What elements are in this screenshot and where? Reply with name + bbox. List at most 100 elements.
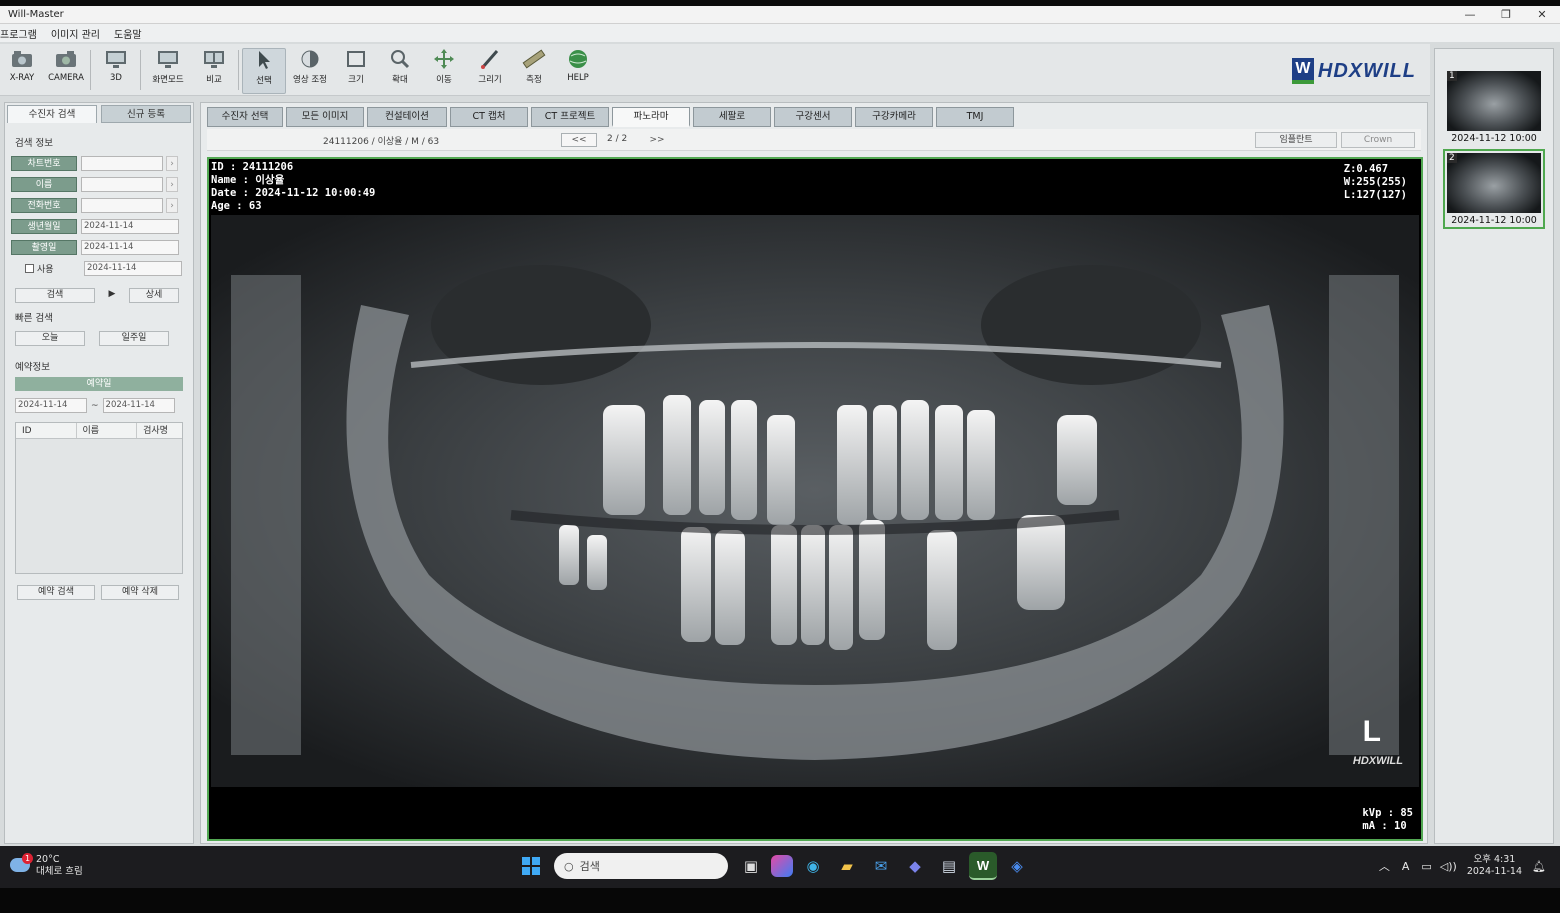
birth-label: 생년월일	[11, 219, 77, 234]
chevron-up-icon[interactable]: ︿	[1379, 858, 1390, 874]
mail-icon[interactable]: ✉	[867, 852, 895, 880]
taskbar: 1 20°C 대체로 흐림 ○ 검색 ▣ ◉ ▰ ✉ ◆ ▤ W ◈ ︿ A ▭…	[0, 846, 1560, 888]
xray-tool-button[interactable]: X-RAY	[0, 48, 44, 94]
tab-all-images[interactable]: 모든 이미지	[286, 107, 364, 127]
edge-browser-icon[interactable]: ◉	[799, 852, 827, 880]
range-tilde: ~	[91, 400, 99, 411]
toolbar-divider	[238, 50, 239, 90]
tab-consultation[interactable]: 컨설테이션	[367, 107, 447, 127]
title-bar: Will-Master — ❐ ✕	[0, 6, 1560, 24]
use-date-picker[interactable]: 2024-11-14	[84, 261, 182, 276]
magnifier-icon	[388, 48, 412, 70]
tab-panorama[interactable]: 파노라마	[612, 107, 690, 127]
reservation-from-picker[interactable]: 2024-11-14	[15, 398, 87, 413]
tab-ct-capture[interactable]: CT 캡처	[450, 107, 528, 127]
measure-tool-button[interactable]: 측정	[512, 48, 556, 94]
tab-intraoral-sensor[interactable]: 구강센서	[774, 107, 852, 127]
draw-tool-button[interactable]: 그리기	[468, 48, 512, 94]
help-button[interactable]: HELP	[556, 48, 600, 94]
chevron-right-icon[interactable]: ›	[166, 198, 178, 213]
tab-intraoral-camera[interactable]: 구강카메라	[855, 107, 933, 127]
thumbnail-strip: 1 2024-11-12 10:00 2 2024-11-12 10:00	[1434, 48, 1554, 844]
image-adjust-button[interactable]: 영상 조정	[288, 48, 332, 94]
thumbnail-item[interactable]: 1 2024-11-12 10:00	[1443, 67, 1545, 147]
toolbar-divider	[140, 50, 141, 90]
menu-help[interactable]: 도움말	[114, 26, 142, 41]
store-icon[interactable]: ▤	[935, 852, 963, 880]
implant-button[interactable]: 임플란트	[1255, 132, 1337, 148]
size-tool-button[interactable]: 크기	[334, 48, 378, 94]
next-image-button[interactable]: >>	[639, 133, 675, 147]
detail-button[interactable]: 상세	[129, 288, 179, 303]
will-master-taskbar-icon[interactable]: W	[969, 852, 997, 880]
birth-row: 생년월일 2024-11-14	[5, 216, 193, 237]
chart-no-input[interactable]	[81, 156, 163, 171]
thumbnail-image	[1447, 71, 1541, 131]
tab-patient-select[interactable]: 수진자 선택	[207, 107, 283, 127]
week-button[interactable]: 일주일	[99, 331, 169, 346]
screen-mode-button[interactable]: 화면모드	[146, 48, 190, 94]
compare-button[interactable]: 비교	[192, 48, 236, 94]
menu-image-manage[interactable]: 이미지 관리	[51, 26, 100, 41]
reservation-to-picker[interactable]: 2024-11-14	[102, 398, 175, 413]
move-tool-button[interactable]: 이동	[422, 48, 466, 94]
col-id[interactable]: ID	[16, 423, 77, 438]
cursor-arrow-icon	[252, 49, 276, 71]
reservation-search-button[interactable]: 예약 검색	[17, 585, 95, 600]
camera-tool-button[interactable]: CAMERA	[44, 48, 88, 94]
use-checkbox[interactable]	[25, 264, 34, 273]
reservation-buttons-row: 예약 검색 예약 삭제	[5, 582, 193, 603]
teams-icon[interactable]: ◆	[901, 852, 929, 880]
network-icon[interactable]: ▭	[1421, 860, 1431, 873]
reservation-delete-button[interactable]: 예약 삭제	[101, 585, 179, 600]
windows-start-icon[interactable]	[517, 852, 545, 880]
taskbar-clock[interactable]: 오후 4:31 2024-11-14	[1467, 854, 1522, 878]
col-name[interactable]: 이름	[77, 423, 138, 438]
col-exam[interactable]: 검사명	[137, 423, 182, 438]
thumbnail-item-selected[interactable]: 2 2024-11-12 10:00	[1443, 149, 1545, 229]
crown-button[interactable]: Crown	[1341, 132, 1415, 148]
tab-new-register[interactable]: 신규 등록	[101, 105, 191, 123]
today-button[interactable]: 오늘	[15, 331, 85, 346]
tab-tmj[interactable]: TMJ	[936, 107, 1014, 127]
shot-date-picker[interactable]: 2024-11-14	[81, 240, 179, 255]
app-title: Will-Master	[8, 9, 64, 20]
move-tool-label: 이동	[436, 75, 452, 85]
tab-cephalo[interactable]: 세팔로	[693, 107, 771, 127]
select-tool-button[interactable]: 선택	[242, 48, 286, 94]
tab-patient-search[interactable]: 수진자 검색	[7, 105, 97, 123]
overlay-id: ID : 24111206	[211, 161, 294, 173]
chevron-right-icon[interactable]: ›	[166, 177, 178, 192]
ime-indicator[interactable]: A	[1402, 860, 1410, 873]
search-button[interactable]: 검색	[15, 288, 95, 303]
phone-input[interactable]	[81, 198, 163, 213]
notification-bell-icon[interactable]: 🔔︎	[1532, 860, 1546, 873]
menu-program[interactable]: 프로그램	[0, 26, 37, 41]
3d-tool-button[interactable]: 3D	[94, 48, 138, 94]
birth-date-picker[interactable]: 2024-11-14	[81, 219, 179, 234]
volume-icon[interactable]: ◁))	[1440, 860, 1457, 873]
chevron-right-icon[interactable]: ›	[166, 156, 178, 171]
prev-image-button[interactable]: <<	[561, 133, 597, 147]
overlay-patient-info: ID : 24111206 Name : 이상율 Date : 2024-11-…	[211, 161, 375, 213]
magnify-tool-button[interactable]: 확대	[378, 48, 422, 94]
tab-ct-project[interactable]: CT 프로젝트	[531, 107, 609, 127]
reservation-table: ID 이름 검사명	[15, 422, 183, 574]
weather-widget[interactable]: 1 20°C 대체로 흐림	[10, 853, 83, 878]
file-explorer-icon[interactable]: ▰	[833, 852, 861, 880]
close-button[interactable]: ✕	[1524, 8, 1560, 21]
task-view-icon[interactable]: ▣	[737, 852, 765, 880]
copilot-icon[interactable]	[771, 855, 793, 877]
thumbnail-date: 2024-11-12 10:00	[1451, 215, 1537, 226]
minimize-button[interactable]: —	[1452, 8, 1488, 21]
play-icon[interactable]: ▶	[101, 288, 123, 303]
weather-temp: 20°C	[36, 854, 60, 865]
search-buttons-row: 검색 ▶ 상세	[5, 285, 193, 306]
xray-viewer[interactable]: ID : 24111206 Name : 이상율 Date : 2024-11-…	[207, 157, 1423, 841]
page-indicator: 2 / 2	[607, 134, 628, 144]
monitor-icon	[156, 48, 180, 70]
taskbar-search-box[interactable]: ○ 검색	[554, 853, 728, 879]
restore-button[interactable]: ❐	[1488, 8, 1524, 21]
app-shield-icon[interactable]: ◈	[1003, 852, 1031, 880]
name-input[interactable]	[81, 177, 163, 192]
